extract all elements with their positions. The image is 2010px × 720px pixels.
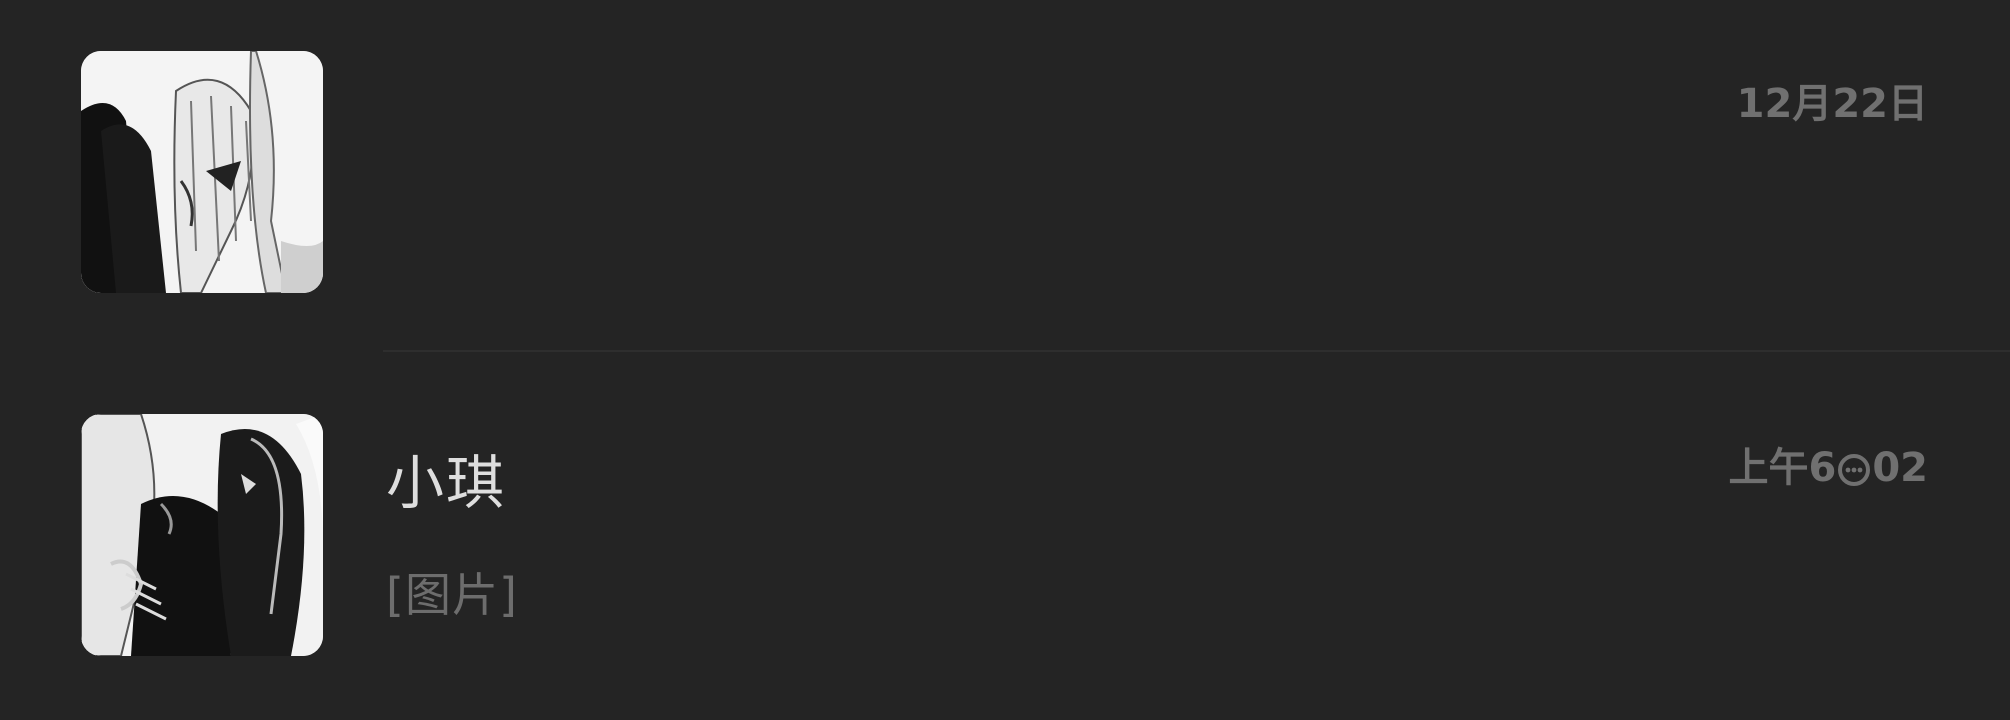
- chat-bubble-icon: [1838, 454, 1871, 486]
- avatar-image: [81, 414, 323, 656]
- timestamp-suffix: 02: [1872, 445, 1928, 491]
- chat-list-item[interactable]: 小琪 [图片] 上午6 02: [0, 360, 2010, 720]
- timestamp: 上午6 02: [1728, 443, 1928, 493]
- timestamp: 12月22日: [1736, 81, 1928, 127]
- timestamp-prefix: 上午6: [1728, 445, 1837, 491]
- avatar[interactable]: [81, 51, 323, 293]
- chat-list: 12月22日 小琪 [图片] 上午6 02: [0, 0, 2010, 720]
- avatar-image: [81, 51, 323, 293]
- avatar[interactable]: [81, 414, 323, 656]
- message-preview: [图片]: [386, 568, 518, 622]
- chat-list-item[interactable]: 12月22日: [0, 0, 2010, 360]
- contact-name: 小琪: [386, 449, 507, 517]
- divider: [383, 350, 2010, 352]
